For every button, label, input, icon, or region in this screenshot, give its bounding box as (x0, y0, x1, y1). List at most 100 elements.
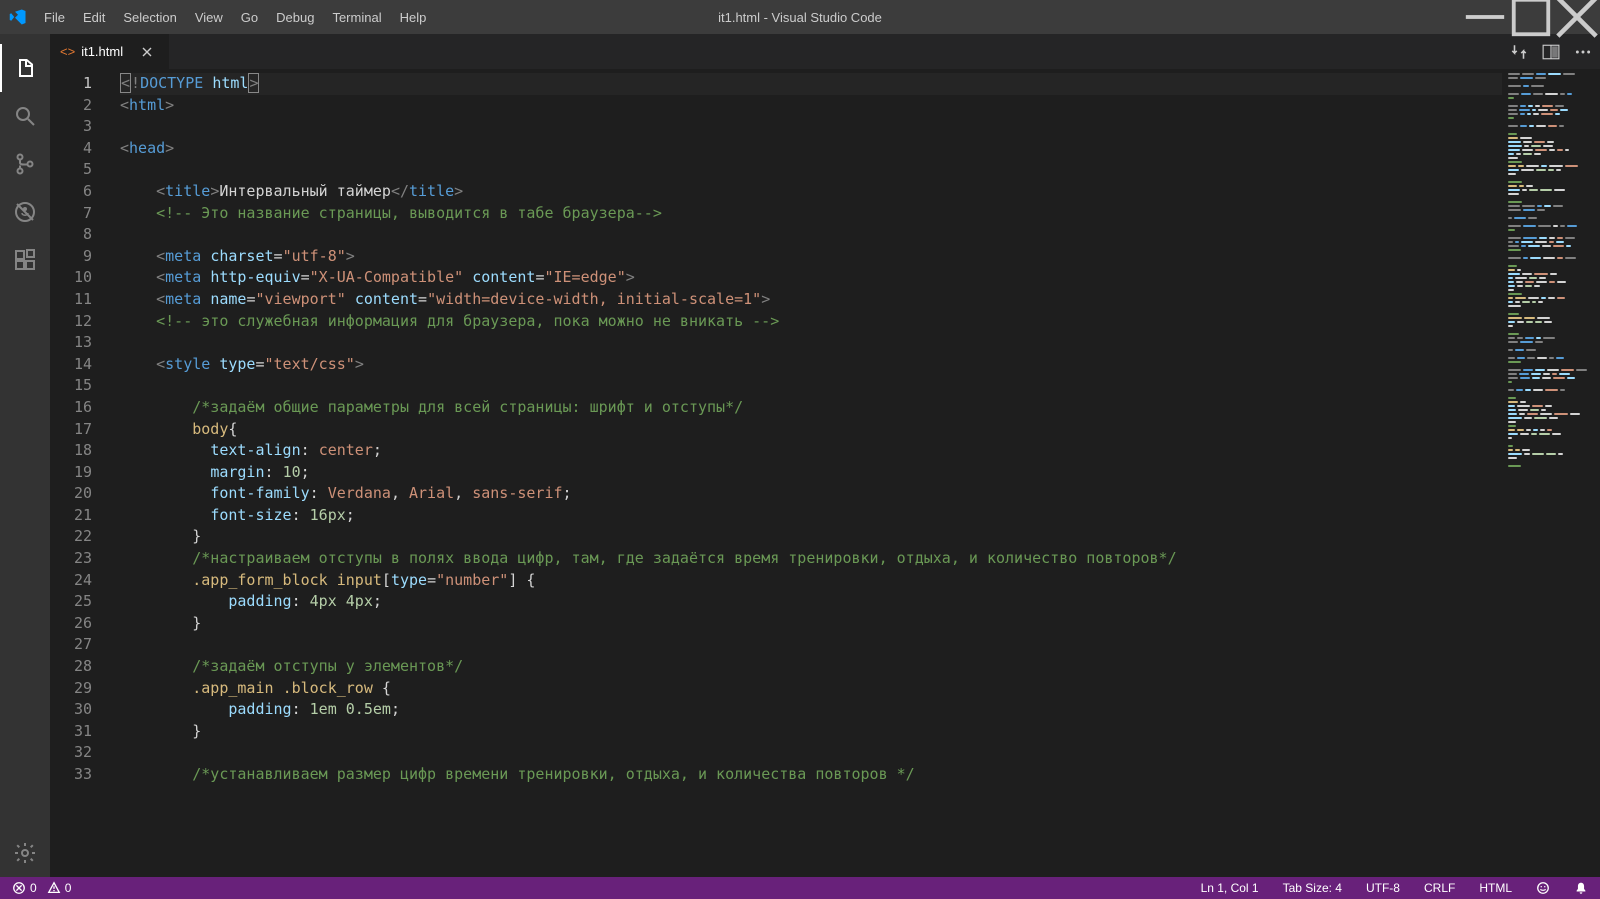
code-line[interactable] (120, 742, 1502, 764)
menu-file[interactable]: File (35, 0, 74, 34)
code-line[interactable]: padding: 1em 0.5em; (120, 699, 1502, 721)
tab-it1-html[interactable]: <> it1.html (50, 34, 170, 69)
line-number: 14 (50, 354, 112, 376)
line-number: 18 (50, 440, 112, 462)
line-number: 21 (50, 505, 112, 527)
warning-count: 0 (65, 881, 72, 895)
minimize-button[interactable] (1462, 0, 1508, 34)
code-line[interactable]: <style type="text/css"> (120, 354, 1502, 376)
files-icon (13, 56, 37, 80)
line-number: 26 (50, 613, 112, 635)
code-line[interactable]: /*настраиваем отступы в полях ввода цифр… (120, 548, 1502, 570)
compare-changes-icon[interactable] (1510, 43, 1528, 61)
code-line[interactable]: margin: 10; (120, 462, 1502, 484)
maximize-button[interactable] (1508, 0, 1554, 34)
status-feedback[interactable] (1532, 877, 1554, 899)
code-line[interactable]: } (120, 613, 1502, 635)
close-window-button[interactable] (1554, 0, 1600, 34)
line-number: 27 (50, 634, 112, 656)
editor-area: <> it1.html 1234567891011121314151617181… (50, 34, 1600, 877)
line-number: 31 (50, 721, 112, 743)
line-number: 25 (50, 591, 112, 613)
line-number: 12 (50, 311, 112, 333)
code-line[interactable]: } (120, 721, 1502, 743)
tab-close-button[interactable] (139, 44, 155, 60)
code-line[interactable]: font-size: 16px; (120, 505, 1502, 527)
line-number: 1 (50, 73, 112, 95)
smiley-icon (1536, 881, 1550, 895)
menu-terminal[interactable]: Terminal (323, 0, 390, 34)
split-editor-icon[interactable] (1542, 43, 1560, 61)
line-number: 2 (50, 95, 112, 117)
code-line[interactable] (120, 224, 1502, 246)
menu-debug[interactable]: Debug (267, 0, 323, 34)
code-line[interactable]: /*задаём отступы у элементов*/ (120, 656, 1502, 678)
code-line[interactable] (120, 634, 1502, 656)
code-line[interactable]: <head> (120, 138, 1502, 160)
activity-search[interactable] (0, 92, 50, 140)
code-line[interactable]: <!-- Это название страницы, выводится в … (120, 203, 1502, 225)
activity-debug[interactable] (0, 188, 50, 236)
line-number: 7 (50, 203, 112, 225)
code-line[interactable]: padding: 4px 4px; (120, 591, 1502, 613)
status-cursor-position[interactable]: Ln 1, Col 1 (1197, 877, 1263, 899)
line-number: 29 (50, 678, 112, 700)
code-line[interactable]: .app_main .block_row { (120, 678, 1502, 700)
tab-label: it1.html (81, 44, 123, 59)
minimap[interactable] (1502, 69, 1600, 877)
code-line[interactable]: <meta name="viewport" content="width=dev… (120, 289, 1502, 311)
menubar: FileEditSelectionViewGoDebugTerminalHelp (35, 0, 435, 34)
code-line[interactable]: <title>Интервальный таймер</title> (120, 181, 1502, 203)
line-number: 30 (50, 699, 112, 721)
line-number: 19 (50, 462, 112, 484)
code-line[interactable]: <html> (120, 95, 1502, 117)
window-controls (1462, 0, 1600, 34)
status-notifications[interactable] (1570, 877, 1592, 899)
editor-tabs: <> it1.html (50, 34, 1600, 69)
warning-icon (47, 881, 61, 895)
status-encoding[interactable]: UTF-8 (1362, 877, 1404, 899)
code-line[interactable] (120, 159, 1502, 181)
menu-go[interactable]: Go (232, 0, 267, 34)
code-line[interactable]: <meta charset="utf-8"> (120, 246, 1502, 268)
search-icon (13, 104, 37, 128)
menu-view[interactable]: View (186, 0, 232, 34)
line-number: 22 (50, 526, 112, 548)
code-line[interactable]: /*устанавливаем размер цифр времени трен… (120, 764, 1502, 786)
error-count: 0 (30, 881, 37, 895)
activity-extensions[interactable] (0, 236, 50, 284)
activity-explorer[interactable] (0, 44, 50, 92)
code-line[interactable]: } (120, 526, 1502, 548)
code-line[interactable]: .app_form_block input[type="number"] { (120, 570, 1502, 592)
line-number: 10 (50, 267, 112, 289)
code-line[interactable]: font-family: Verdana, Arial, sans-serif; (120, 483, 1502, 505)
code-line[interactable] (120, 332, 1502, 354)
more-actions-icon[interactable] (1574, 43, 1592, 61)
status-problems[interactable]: 0 0 (8, 877, 75, 899)
code-line[interactable]: <meta http-equiv="X-UA-Compatible" conte… (120, 267, 1502, 289)
code-line[interactable] (120, 116, 1502, 138)
source-control-icon (13, 152, 37, 176)
line-number: 3 (50, 116, 112, 138)
activity-source-control[interactable] (0, 140, 50, 188)
line-number: 6 (50, 181, 112, 203)
line-number: 23 (50, 548, 112, 570)
code-line[interactable]: body{ (120, 419, 1502, 441)
line-number: 5 (50, 159, 112, 181)
code-line[interactable]: <!-- это служебная информация для браузе… (120, 311, 1502, 333)
status-language[interactable]: HTML (1475, 877, 1516, 899)
code-line[interactable]: <!DOCTYPE html> (120, 73, 1502, 95)
status-indentation[interactable]: Tab Size: 4 (1279, 877, 1346, 899)
code-area[interactable]: <!DOCTYPE html><html> <head> <title>Интер… (112, 69, 1502, 877)
activity-settings[interactable] (0, 829, 50, 877)
code-line[interactable]: /*задаём общие параметры для всей страни… (120, 397, 1502, 419)
line-number: 33 (50, 764, 112, 786)
line-number: 8 (50, 224, 112, 246)
code-line[interactable] (120, 375, 1502, 397)
status-eol[interactable]: CRLF (1420, 877, 1459, 899)
menu-selection[interactable]: Selection (114, 0, 185, 34)
code-line[interactable]: text-align: center; (120, 440, 1502, 462)
menu-edit[interactable]: Edit (74, 0, 114, 34)
menu-help[interactable]: Help (391, 0, 436, 34)
editor-content[interactable]: 1234567891011121314151617181920212223242… (50, 69, 1600, 877)
